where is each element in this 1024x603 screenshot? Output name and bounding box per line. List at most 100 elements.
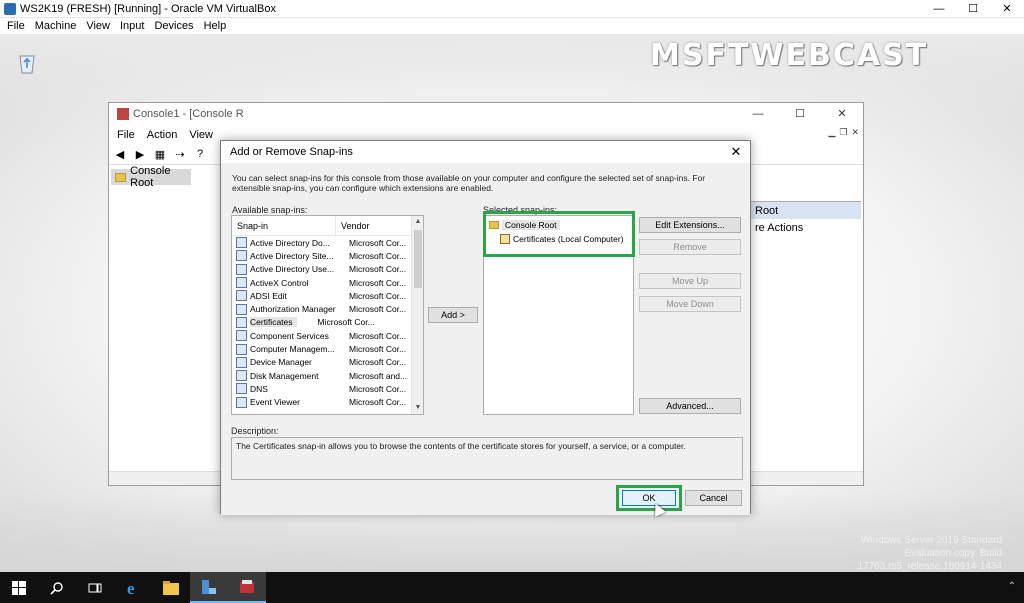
component-services-icon [236,330,247,342]
server-manager-icon[interactable] [190,572,228,603]
mmc-icon [117,108,129,120]
selected-highlight-box [483,211,635,257]
snapin-row[interactable]: Active Directory Site... Microsoft Cor... [232,249,423,262]
tree-item-console-root[interactable]: Console Root [111,165,191,189]
snapin-row[interactable]: Device Manager Microsoft Cor... [232,356,423,369]
move-up-button[interactable]: Move Up [639,273,741,289]
menu-machine[interactable]: Machine [35,20,77,32]
help-icon[interactable]: ? [193,148,207,162]
scroll-up-icon[interactable]: ▲ [412,216,423,228]
available-list-scrollbar[interactable]: ▲ ▼ [411,216,423,414]
snapin-name: Active Directory Use... [250,264,335,275]
snapin-row[interactable]: Authorization Manager Microsoft Cor... [232,302,423,315]
menu-devices[interactable]: Devices [154,20,193,32]
snapin-vendor: Microsoft Cor... [349,344,407,355]
snapin-row[interactable]: DNS Microsoft Cor... [232,382,423,395]
snapin-row[interactable]: ADSI Edit Microsoft Cor... [232,289,423,302]
snapin-name: Authorization Manager [250,304,336,315]
export-icon[interactable]: ⇢ [173,148,187,162]
ad-users-icon [236,263,247,275]
folder-icon [115,172,127,182]
available-snapins-label: Available snap-ins: [232,205,308,215]
snapin-row[interactable]: Certificates Microsoft Cor... [232,316,423,329]
snapin-vendor: Microsoft Cor... [317,317,375,328]
advanced-button[interactable]: Advanced... [639,398,741,414]
console-menu-view[interactable]: View [189,129,213,141]
add-remove-snapins-dialog: Add or Remove Snap-ins ✕ You can select … [220,140,751,515]
snapin-name: ActiveX Control [250,277,309,288]
snapin-vendor: Microsoft Cor... [349,250,407,261]
virtualbox-icon [4,2,16,15]
snapin-vendor: Microsoft Cor... [349,357,407,368]
snapin-row[interactable]: ActiveX Control Microsoft Cor... [232,276,423,289]
device-manager-icon [236,356,247,368]
console-menu-file[interactable]: File [117,129,135,141]
snapin-name: ADSI Edit [250,290,287,301]
tray-chevron-icon[interactable]: ⌃ [1008,581,1016,592]
event-viewer-icon [236,396,247,408]
dialog-close-button[interactable]: ✕ [728,144,744,160]
snapin-row[interactable]: Active Directory Do... Microsoft Cor... [232,236,423,249]
cancel-button[interactable]: Cancel [685,490,742,506]
menu-input[interactable]: Input [120,20,144,32]
close-button[interactable]: ✕ [990,0,1024,18]
scroll-down-icon[interactable]: ▼ [412,402,423,414]
snapin-vendor: Microsoft Cor... [349,264,407,275]
snapin-row[interactable]: Component Services Microsoft Cor... [232,329,423,342]
console-title: Console1 - [Console R [133,108,244,120]
show-tree-icon[interactable]: ▦ [153,148,167,162]
internet-explorer-icon[interactable]: e [114,572,152,603]
column-header-snapin[interactable]: Snap-in [232,216,336,236]
ad-sites-icon [236,250,247,262]
child-minimize-icon[interactable]: ▁ [828,127,835,138]
actions-more[interactable]: re Actions [749,219,861,237]
forward-icon[interactable]: ▶ [133,148,147,162]
ad-domains-icon [236,237,247,249]
snapin-row[interactable]: Active Directory Use... Microsoft Cor... [232,263,423,276]
file-explorer-icon[interactable] [152,572,190,603]
start-icon[interactable] [0,572,38,603]
maximize-button[interactable]: ☐ [956,0,990,18]
snapin-row[interactable]: Disk Management Microsoft and... [232,369,423,382]
console-close-button[interactable]: ✕ [821,103,863,125]
minimize-button[interactable]: — [922,0,956,18]
mmc-icon[interactable] [228,572,266,603]
console-child-controls: ▁ ❐ ✕ [828,127,859,138]
snapin-name: Component Services [250,330,329,341]
dialog-title: Add or Remove Snap-ins [230,146,353,158]
console-menu-action[interactable]: Action [147,129,178,141]
scroll-thumb[interactable] [414,230,422,288]
license-watermark: Windows Server 2019 Standard Evaluation … [857,535,1002,572]
snapin-vendor: Microsoft Cor... [349,290,407,301]
ok-highlight-box [616,485,682,511]
snapin-vendor: Microsoft Cor... [349,237,407,248]
menu-view[interactable]: View [86,20,110,32]
vbox-titlebar: WS2K19 (FRESH) [Running] - Oracle VM Vir… [0,0,1024,18]
search-icon[interactable] [38,572,76,603]
snapin-vendor: Microsoft Cor... [349,304,407,315]
console-minimize-button[interactable]: — [737,103,779,125]
task-view-icon[interactable] [76,572,114,603]
watermark-text: MSFTWEBCAST [650,38,929,73]
actions-header[interactable]: Root [749,201,861,219]
back-icon[interactable]: ◀ [113,148,127,162]
child-close-icon[interactable]: ✕ [851,127,859,138]
menu-file[interactable]: File [7,20,25,32]
add-button[interactable]: Add > [428,307,478,323]
column-header-vendor[interactable]: Vendor [336,221,370,231]
edit-extensions-button[interactable]: Edit Extensions... [639,217,741,233]
child-restore-icon[interactable]: ❐ [839,127,847,138]
menu-help[interactable]: Help [204,20,227,32]
certificates-icon [236,316,247,328]
available-snapins-list[interactable]: Snap-in Vendor Active Directory Do... Mic… [231,215,424,415]
recycle-bin-icon[interactable] [14,50,40,76]
snapin-name: Disk Management [250,370,319,381]
console-maximize-button[interactable]: ☐ [779,103,821,125]
snapin-row[interactable]: Event Viewer Microsoft Cor... [232,396,423,409]
actions-pane: Root re Actions [749,201,861,237]
snapin-row[interactable]: Computer Managem... Microsoft Cor... [232,342,423,355]
move-down-button[interactable]: Move Down [639,296,741,312]
remove-button[interactable]: Remove [639,239,741,255]
disk-management-icon [236,370,247,382]
taskbar: e ⌃ [0,572,1024,603]
